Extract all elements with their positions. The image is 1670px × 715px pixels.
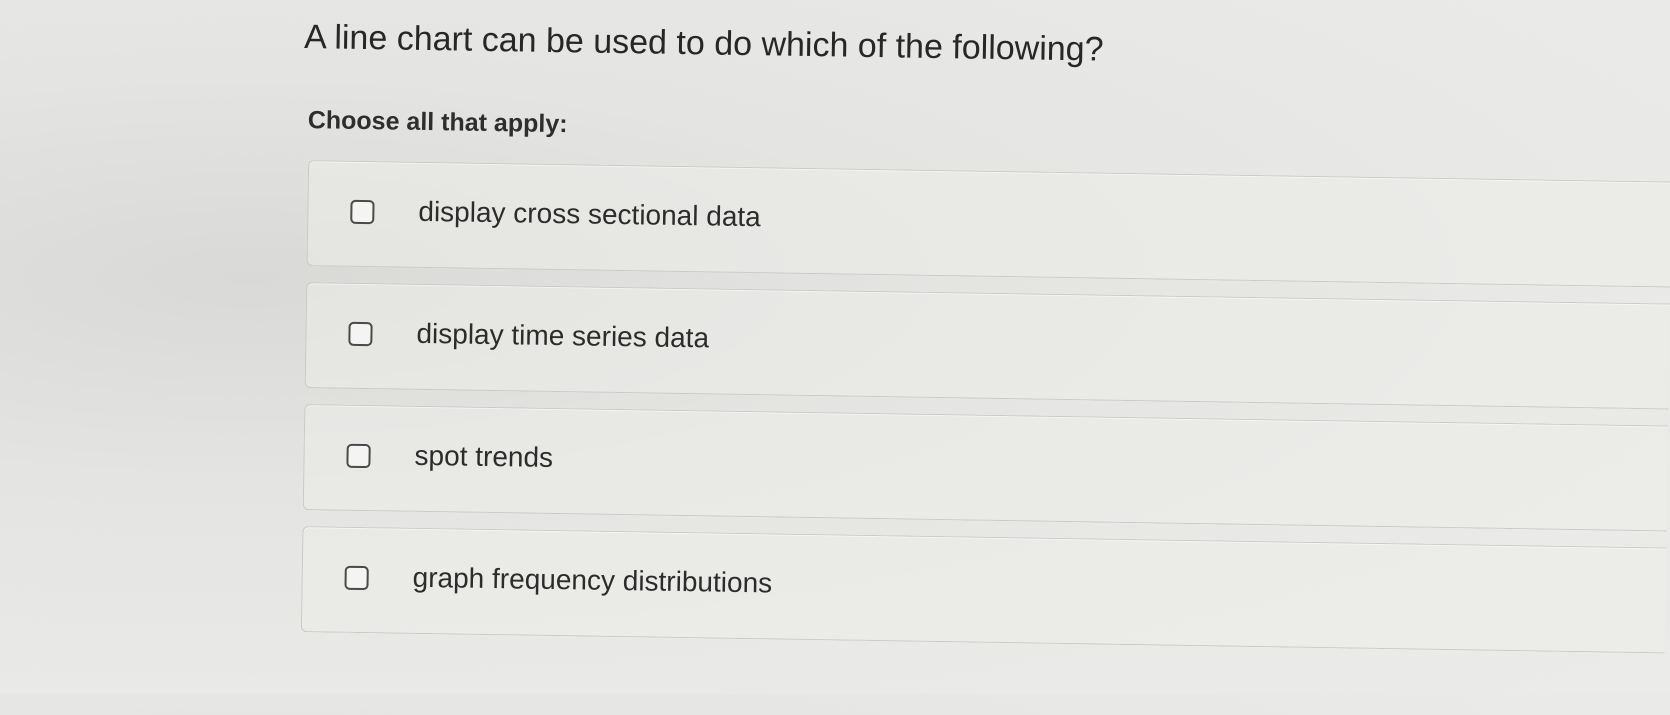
question-panel: A line chart can be used to do which of …: [0, 0, 1670, 715]
answer-options: display cross sectional data display tim…: [300, 160, 1670, 670]
checkbox[interactable]: [344, 565, 369, 591]
checkbox[interactable]: [350, 199, 375, 225]
option-label: graph frequency distributions: [412, 561, 773, 599]
checkbox[interactable]: [348, 321, 373, 347]
answer-option-3[interactable]: spot trends: [302, 404, 1670, 533]
checkbox[interactable]: [346, 443, 371, 469]
option-label: spot trends: [414, 439, 554, 473]
question-text: A line chart can be used to do which of …: [303, 18, 1104, 69]
option-label: display cross sectional data: [418, 195, 762, 233]
answer-option-1[interactable]: display cross sectional data: [306, 160, 1670, 289]
answer-option-4[interactable]: graph frequency distributions: [300, 526, 1670, 655]
option-label: display time series data: [416, 317, 710, 354]
instructions-text: Choose all that apply:: [307, 106, 568, 139]
answer-option-2[interactable]: display time series data: [304, 282, 1670, 411]
